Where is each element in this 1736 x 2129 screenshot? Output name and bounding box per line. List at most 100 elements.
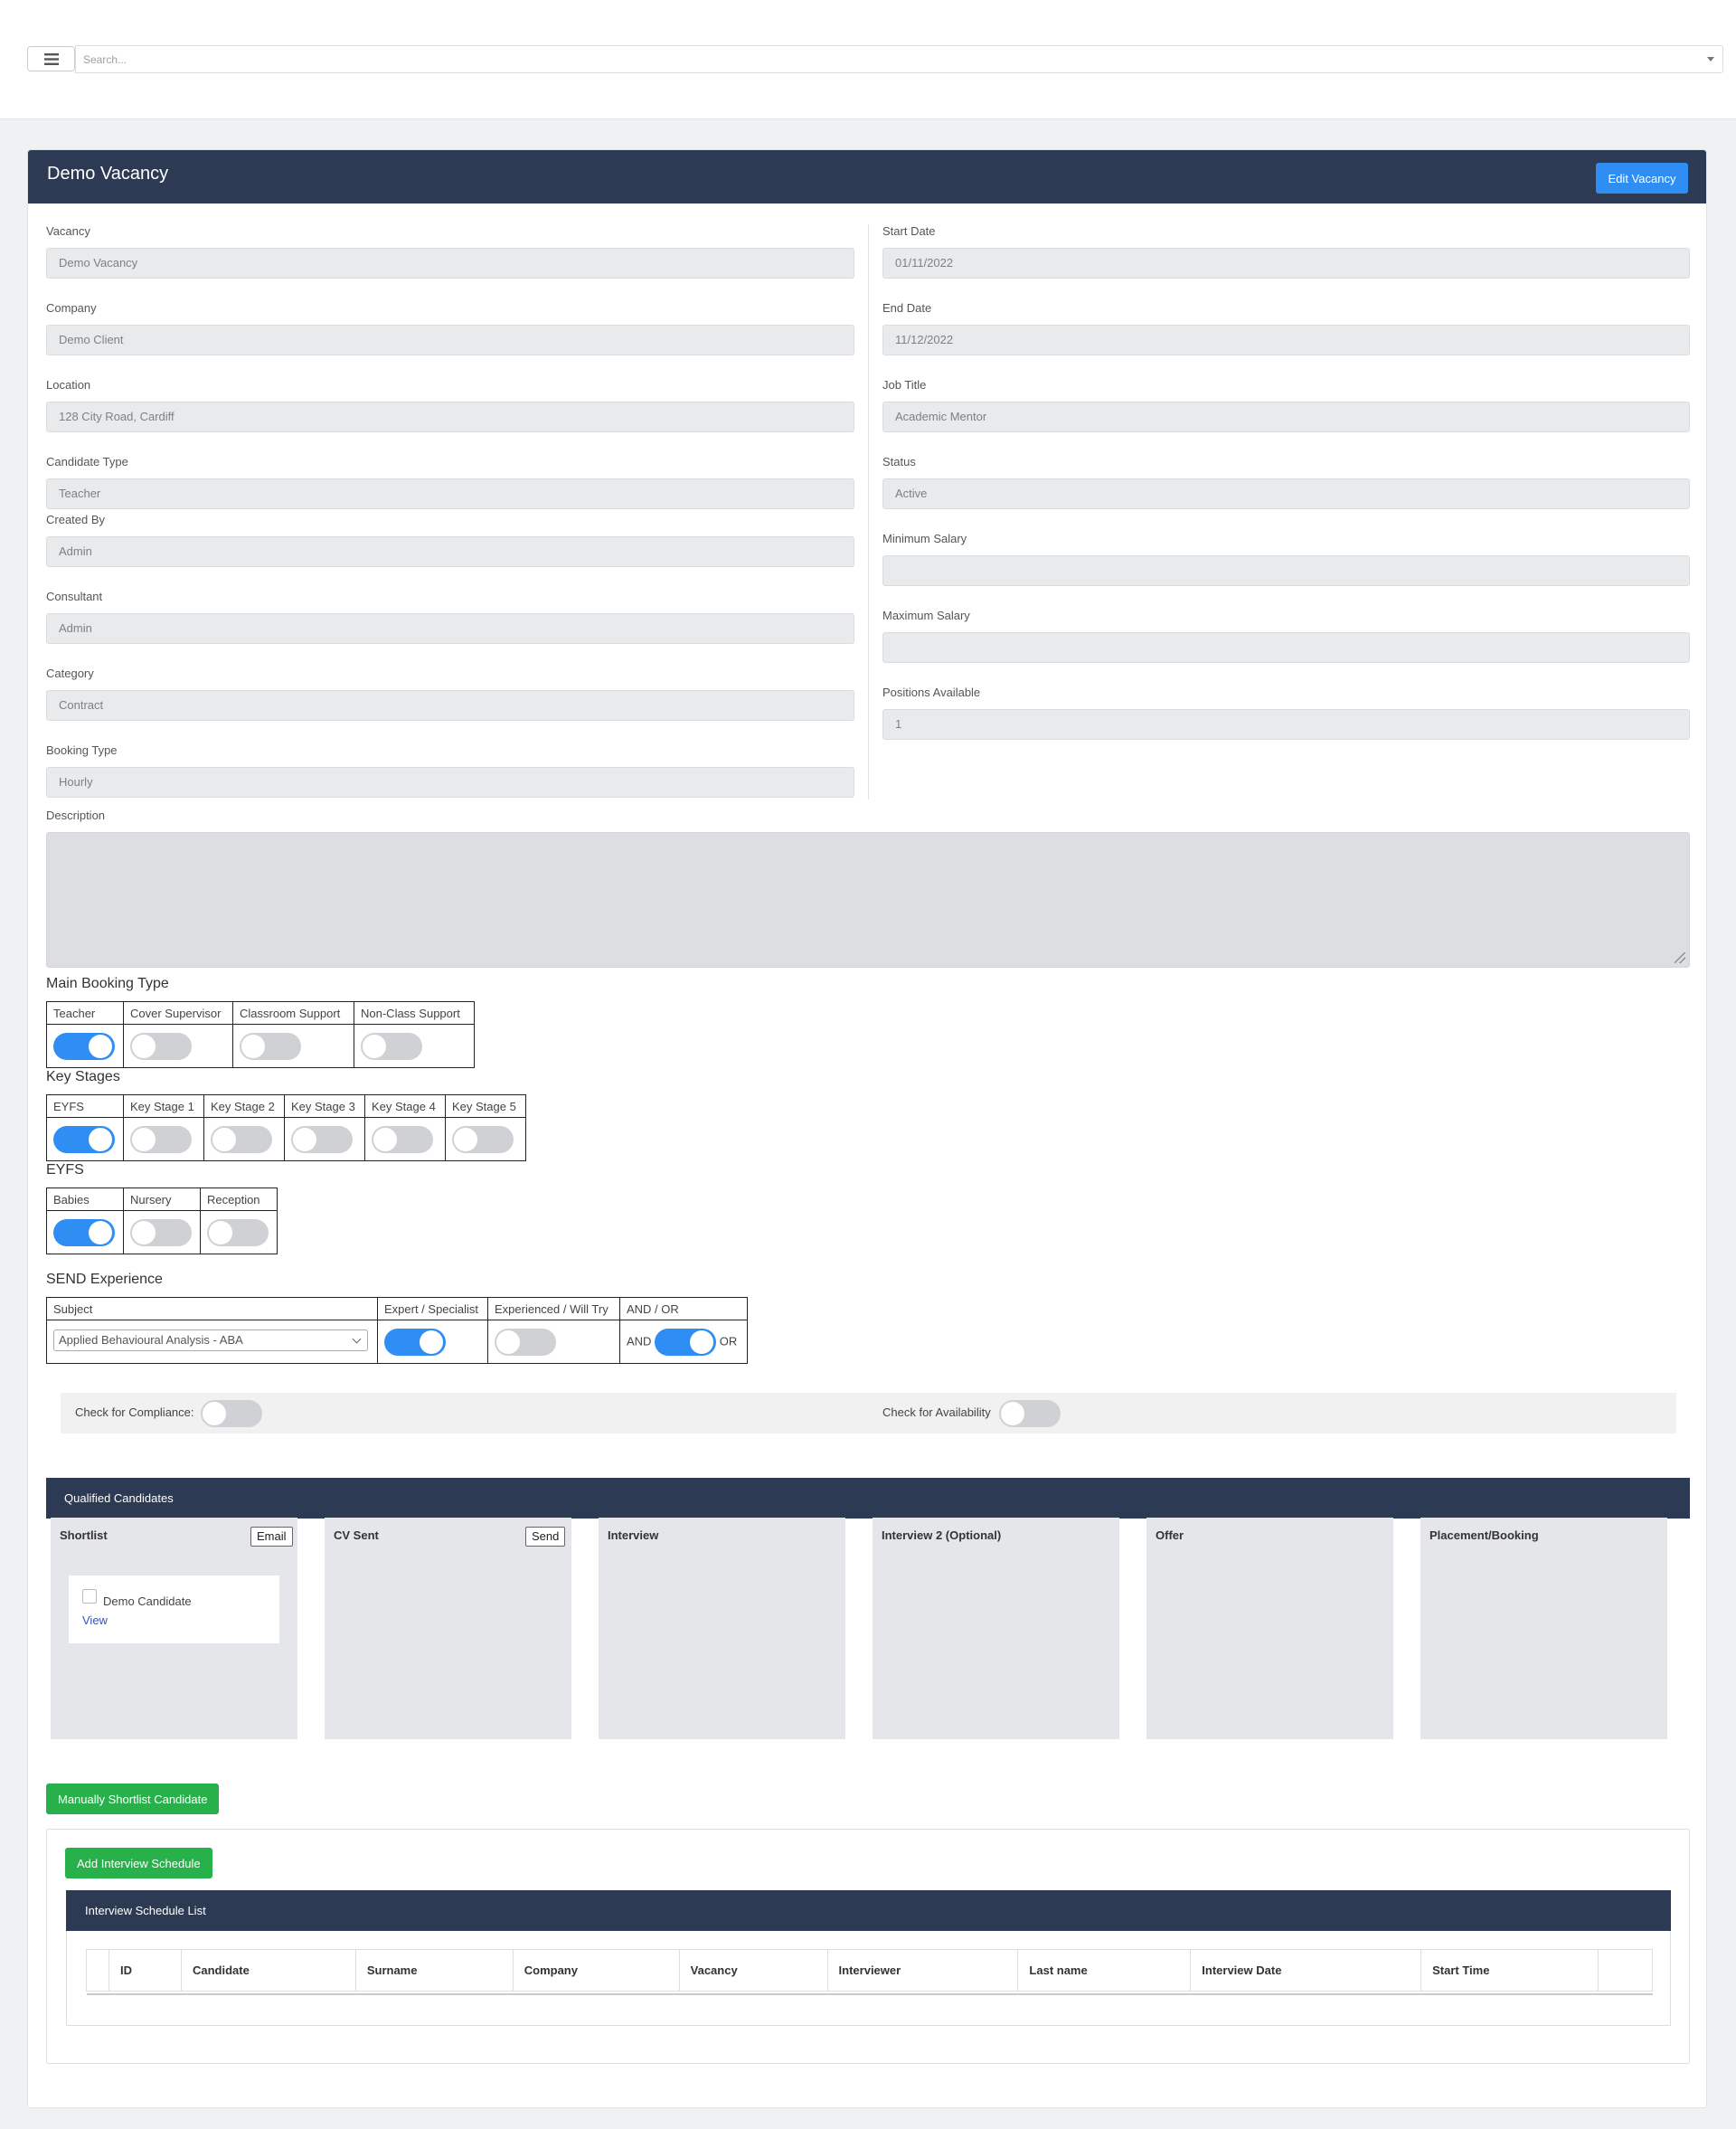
- non-class-support-toggle[interactable]: [361, 1032, 422, 1060]
- interview-2-title: Interview 2 (Optional): [882, 1528, 1002, 1542]
- check-options-row: Check for Compliance: Check for Availabi…: [61, 1393, 1676, 1434]
- col-vacancy[interactable]: Vacancy: [678, 1949, 828, 1992]
- subject-header: Subject: [46, 1297, 378, 1320]
- stage-interview: Interview: [599, 1518, 845, 1739]
- babies-toggle[interactable]: [53, 1218, 115, 1246]
- manually-shortlist-button[interactable]: Manually Shortlist Candidate: [46, 1784, 220, 1814]
- key-stage-4-toggle[interactable]: [372, 1125, 433, 1153]
- job-title-field[interactable]: Academic Mentor: [882, 402, 1690, 432]
- edit-vacancy-button[interactable]: Edit Vacancy: [1596, 163, 1688, 194]
- consultant-label: Consultant: [46, 590, 103, 603]
- key-stage-2-toggle[interactable]: [211, 1125, 272, 1153]
- nursery-header: Nursery: [123, 1188, 201, 1211]
- resize-grip-icon[interactable]: [1675, 952, 1685, 963]
- search-input[interactable]: [76, 46, 1722, 72]
- category-field[interactable]: Contract: [46, 690, 854, 721]
- check-availability-toggle[interactable]: [999, 1400, 1061, 1427]
- interview-title: Interview: [608, 1528, 659, 1542]
- qualified-candidates-header: Qualified Candidates: [46, 1478, 1690, 1519]
- classroom-support-header: Classroom Support: [232, 1001, 354, 1025]
- col-start-time[interactable]: Start Time: [1420, 1949, 1599, 1992]
- menu-toggle-button[interactable]: [27, 46, 75, 71]
- search-field[interactable]: [75, 45, 1723, 73]
- candidate-view-link[interactable]: View: [82, 1613, 108, 1627]
- check-availability-label: Check for Availability: [882, 1405, 991, 1419]
- start-date-field[interactable]: 01/11/2022: [882, 248, 1690, 279]
- reception-header: Reception: [200, 1188, 278, 1211]
- email-button[interactable]: Email: [250, 1527, 293, 1547]
- cover-supervisor-toggle[interactable]: [130, 1032, 192, 1060]
- job-title-label: Job Title: [882, 378, 927, 392]
- col-surname[interactable]: Surname: [354, 1949, 514, 1992]
- send-button[interactable]: Send: [525, 1527, 566, 1547]
- expert-specialist-header: Expert / Specialist: [377, 1297, 488, 1320]
- maximum-salary-field[interactable]: [882, 632, 1690, 663]
- location-field[interactable]: 128 City Road, Cardiff: [46, 402, 854, 432]
- and-or-header: AND / OR: [619, 1297, 748, 1320]
- consultant-field[interactable]: Admin: [46, 613, 854, 644]
- end-date-field[interactable]: 11/12/2022: [882, 325, 1690, 355]
- status-field[interactable]: Active: [882, 478, 1690, 509]
- stage-interview-2: Interview 2 (Optional): [873, 1518, 1119, 1739]
- subject-select-value: Applied Behavioural Analysis - ABA: [59, 1333, 243, 1347]
- experienced-will-try-toggle[interactable]: [495, 1328, 556, 1356]
- candidate-name: Demo Candidate: [103, 1594, 192, 1608]
- company-field[interactable]: Demo Client: [46, 325, 854, 355]
- expert-specialist-toggle[interactable]: [384, 1328, 446, 1356]
- send-experience-table: Subject Expert / Specialist Experienced …: [46, 1297, 748, 1364]
- minimum-salary-label: Minimum Salary: [882, 532, 967, 545]
- created-by-field[interactable]: Admin: [46, 536, 854, 567]
- add-interview-schedule-button[interactable]: Add Interview Schedule: [65, 1848, 212, 1878]
- col-actions[interactable]: [1597, 1949, 1654, 1992]
- company-label: Company: [46, 301, 97, 315]
- description-textarea[interactable]: [46, 832, 1690, 968]
- non-class-support-header: Non-Class Support: [354, 1001, 475, 1025]
- check-compliance-toggle[interactable]: [201, 1400, 262, 1427]
- end-date-label: End Date: [882, 301, 932, 315]
- col-candidate[interactable]: Candidate: [180, 1949, 356, 1992]
- eyfs-toggle[interactable]: [53, 1125, 115, 1153]
- cover-supervisor-header: Cover Supervisor: [123, 1001, 233, 1025]
- qualified-candidates-title: Qualified Candidates: [64, 1491, 174, 1505]
- vacancy-label: Vacancy: [46, 224, 90, 238]
- table-empty-row: [86, 1991, 1653, 1995]
- column-divider: [868, 224, 869, 800]
- col-interview-date[interactable]: Interview Date: [1190, 1949, 1422, 1992]
- col-last-name[interactable]: Last name: [1017, 1949, 1192, 1992]
- key-stage-5-header: Key Stage 5: [445, 1094, 526, 1118]
- minimum-salary-field[interactable]: [882, 555, 1690, 586]
- interview-schedule-table: ID Candidate Surname Company Vacancy Int…: [86, 1949, 1654, 1995]
- hamburger-icon: [43, 52, 59, 65]
- teacher-toggle[interactable]: [53, 1032, 115, 1060]
- check-compliance-label: Check for Compliance:: [75, 1405, 194, 1419]
- positions-available-field[interactable]: 1: [882, 709, 1690, 740]
- reception-toggle[interactable]: [207, 1218, 269, 1246]
- positions-available-label: Positions Available: [882, 686, 981, 699]
- and-or-toggle[interactable]: [655, 1328, 717, 1356]
- key-stage-3-header: Key Stage 3: [284, 1094, 365, 1118]
- shortlist-title: Shortlist: [60, 1528, 108, 1542]
- key-stages-title: Key Stages: [46, 1069, 120, 1084]
- booking-type-field[interactable]: Hourly: [46, 767, 854, 798]
- nursery-toggle[interactable]: [130, 1218, 192, 1246]
- candidate-type-field[interactable]: Teacher: [46, 478, 854, 509]
- teacher-header: Teacher: [46, 1001, 124, 1025]
- interview-schedule-section: Add Interview Schedule Interview Schedul…: [46, 1829, 1690, 2064]
- key-stage-3-toggle[interactable]: [291, 1125, 353, 1153]
- candidate-checkbox[interactable]: [82, 1589, 97, 1604]
- start-date-label: Start Date: [882, 224, 936, 238]
- page-title: Demo Vacancy: [47, 164, 169, 184]
- col-interviewer[interactable]: Interviewer: [826, 1949, 1019, 1992]
- col-id[interactable]: ID: [108, 1949, 182, 1992]
- chevron-down-icon[interactable]: [1707, 57, 1714, 62]
- interview-schedule-list-header: Interview Schedule List: [66, 1890, 1671, 1931]
- subject-select[interactable]: Applied Behavioural Analysis - ABA: [53, 1329, 368, 1351]
- classroom-support-toggle[interactable]: [240, 1032, 301, 1060]
- created-by-label: Created By: [46, 513, 106, 526]
- key-stage-5-toggle[interactable]: [452, 1125, 514, 1153]
- vacancy-field[interactable]: Demo Vacancy: [46, 248, 854, 279]
- col-company[interactable]: Company: [512, 1949, 680, 1992]
- key-stage-1-toggle[interactable]: [130, 1125, 192, 1153]
- col-select[interactable]: [86, 1949, 109, 1992]
- or-label: OR: [719, 1333, 738, 1348]
